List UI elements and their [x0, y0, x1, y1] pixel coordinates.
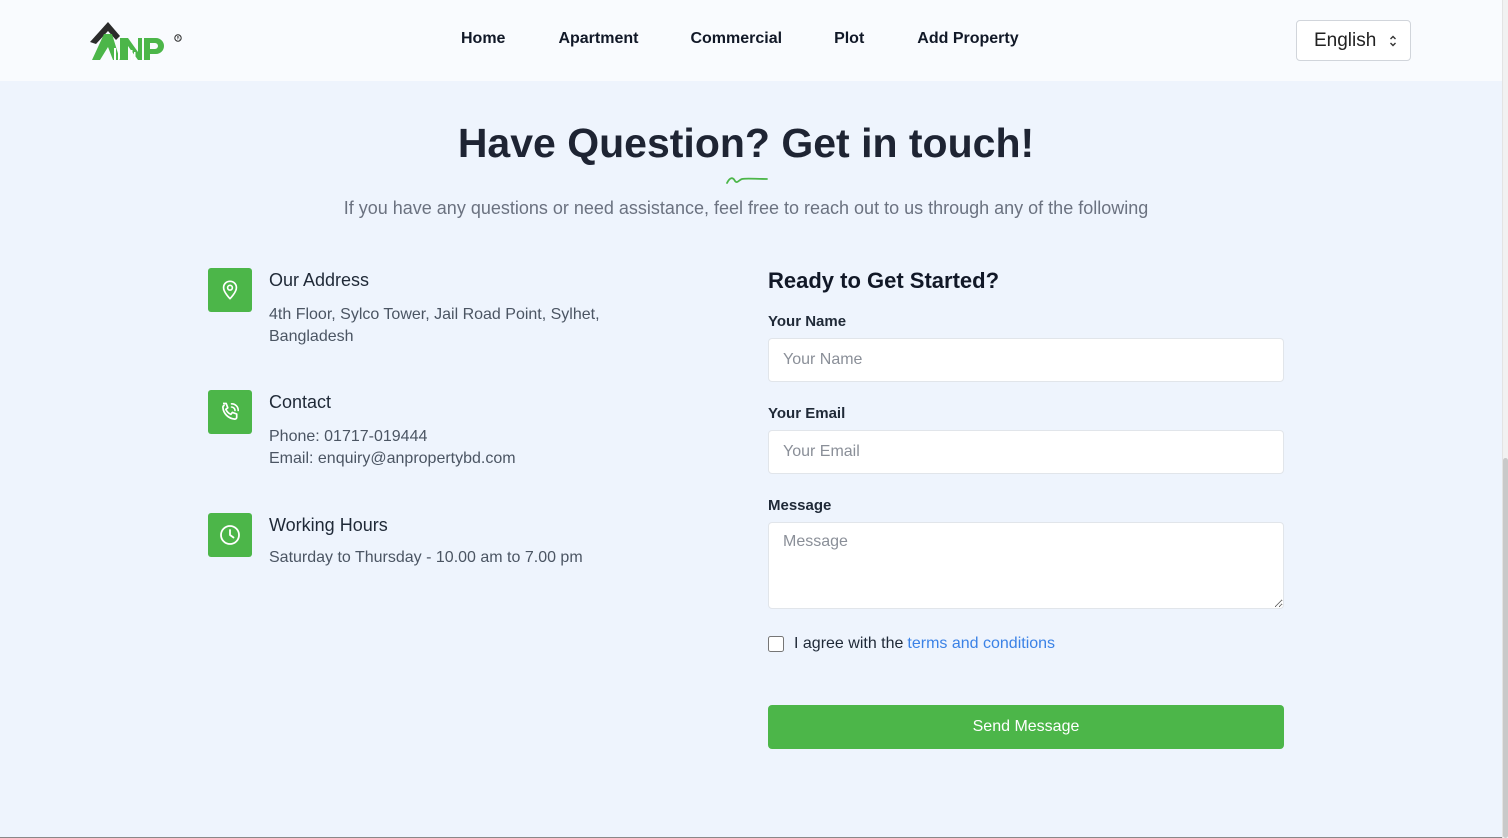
terms-checkbox[interactable] — [768, 636, 784, 652]
page-title: Have Question? Get in touch! — [457, 120, 1035, 166]
contact-phone[interactable]: Phone: 01717-019444 — [269, 426, 629, 448]
form-title: Ready to Get Started? — [768, 268, 1000, 293]
message-textarea[interactable] — [768, 522, 1284, 609]
contact-block: Contact Phone: 01717-019444 Email: enqui… — [208, 390, 628, 470]
send-message-button[interactable]: Send Message — [768, 705, 1284, 749]
svg-text:R: R — [177, 36, 180, 42]
working-hours-block: Working Hours Saturday to Thursday - 10.… — [208, 513, 628, 573]
address-block: Our Address 4th Floor, Sylco Tower, Jail… — [208, 268, 628, 348]
nav-plot[interactable]: Plot — [834, 28, 864, 50]
email-label: Your Email — [768, 405, 846, 422]
nav-commercial[interactable]: Commercial — [690, 28, 782, 50]
terms-link[interactable]: terms and conditions — [907, 635, 1055, 653]
working-hours-title: Working Hours — [269, 515, 388, 535]
contact-title: Contact — [269, 392, 332, 412]
select-arrows-icon — [1390, 35, 1396, 47]
agree-text: I agree with the — [794, 635, 904, 652]
clock-icon — [208, 513, 252, 557]
page-subtitle: If you have any questions or need assist… — [343, 198, 1149, 218]
working-hours-text: Saturday to Thursday - 10.00 am to 7.00 … — [269, 549, 583, 566]
scrollbar[interactable] — [1502, 0, 1508, 838]
main-nav: Home Apartment Commercial Plot Add Prope… — [461, 28, 1019, 50]
nav-apartment[interactable]: Apartment — [558, 28, 638, 50]
location-pin-icon — [208, 268, 252, 312]
phone-call-icon — [208, 390, 252, 434]
contact-email[interactable]: Email: enquiry@anpropertybd.com — [269, 448, 629, 470]
scrollbar-thumb[interactable] — [1503, 458, 1508, 838]
name-input[interactable] — [768, 338, 1284, 382]
address-text: 4th Floor, Sylco Tower, Jail Road Point,… — [269, 306, 600, 345]
contact-text: Phone: 01717-019444 Email: enquiry@anpro… — [269, 426, 629, 470]
language-selected-value: English — [1314, 29, 1377, 51]
squiggle-divider-icon — [726, 177, 768, 184]
anp-logo[interactable]: R — [90, 20, 186, 62]
nav-home[interactable]: Home — [461, 28, 505, 50]
name-label: Your Name — [768, 313, 847, 330]
nav-add-property[interactable]: Add Property — [917, 28, 1018, 50]
address-title: Our Address — [269, 270, 370, 290]
site-header: R Home Apartment Commercial Plot Add Pro… — [0, 0, 1502, 81]
language-select[interactable]: English — [1296, 20, 1411, 61]
terms-agree-row: I agree with the terms and conditions — [768, 635, 1055, 653]
email-input[interactable] — [768, 430, 1284, 474]
message-label: Message — [768, 497, 832, 514]
